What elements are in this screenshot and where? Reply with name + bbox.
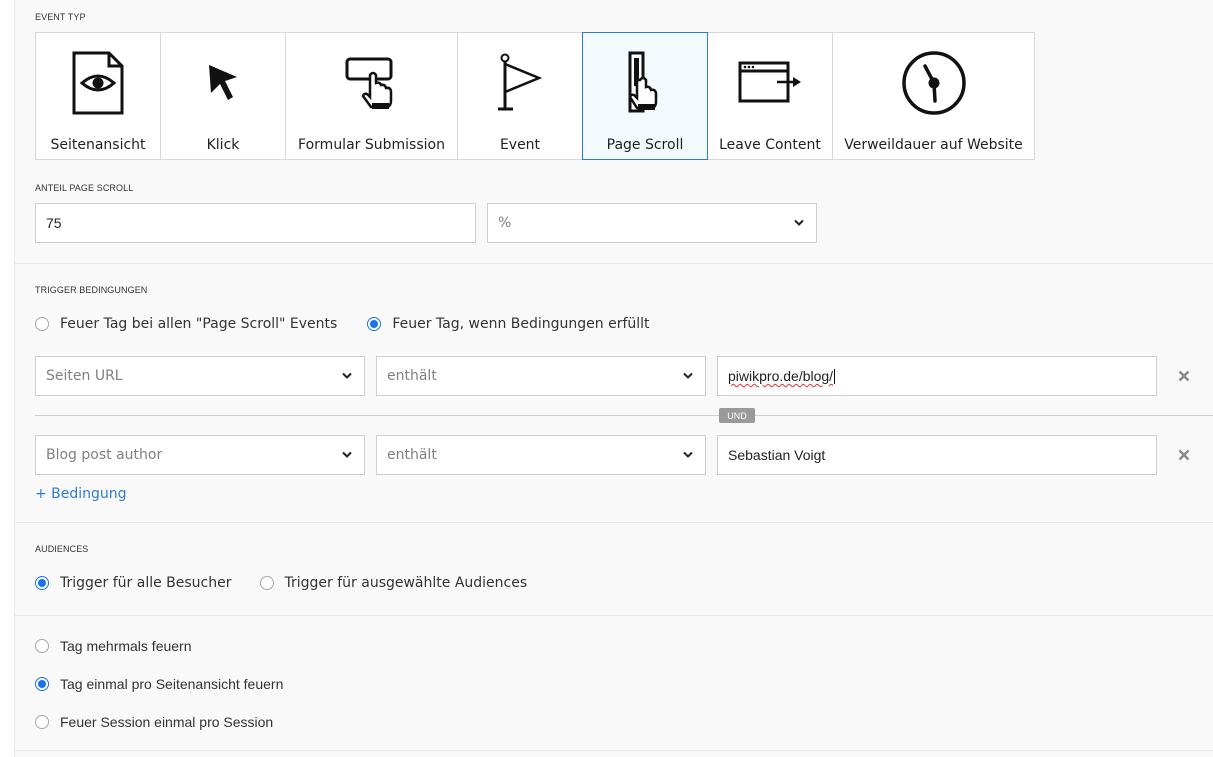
frequency-once-per-view-radio[interactable] <box>35 677 49 691</box>
leave-window-icon <box>708 43 832 123</box>
event-tile-time-on-site[interactable]: Verweildauer auf Website <box>832 32 1035 160</box>
event-tile-click[interactable]: Klick <box>160 32 286 160</box>
trigger-all-radio[interactable] <box>35 317 49 331</box>
event-tile-label: Leave Content <box>719 137 821 153</box>
audience-all-radio[interactable] <box>35 576 49 590</box>
event-tile-leave-content[interactable]: Leave Content <box>707 32 833 160</box>
and-separator <box>35 415 1213 416</box>
trigger-conditional-radio[interactable] <box>367 317 382 331</box>
divider <box>15 522 1213 523</box>
page-scroll-icon <box>583 43 707 123</box>
condition-operator-value: enthält <box>387 368 437 384</box>
scroll-unit-select[interactable]: % <box>487 203 817 243</box>
trigger-conditions-label: TRIGGER BEDINGUNGEN <box>35 285 148 295</box>
event-tile-form-submission[interactable]: Formular Submission <box>285 32 458 160</box>
condition-operator-select[interactable]: enthält <box>376 356 706 396</box>
divider <box>15 750 1213 751</box>
condition-variable-value: Seiten URL <box>46 368 123 384</box>
scroll-share-input[interactable]: 75 <box>35 203 476 243</box>
condition-operator-select[interactable]: enthält <box>376 435 706 475</box>
chevron-down-icon <box>681 448 695 462</box>
audience-selected-radio[interactable] <box>259 576 274 590</box>
event-tile-label: Klick <box>206 137 240 153</box>
event-tile-label: Page Scroll <box>606 137 684 153</box>
event-tile-label: Event <box>499 137 541 153</box>
condition-value: piwikpro.de/blog/ <box>728 368 834 384</box>
frequency-once-per-view-label[interactable]: Tag einmal pro Seitenansicht feuern <box>60 676 283 692</box>
event-tile-page-view[interactable]: Seitenansicht <box>35 32 161 160</box>
page-view-icon <box>36 43 160 123</box>
frequency-once-per-session-label[interactable]: Feuer Session einmal pro Session <box>60 714 273 730</box>
remove-condition-icon[interactable] <box>1176 368 1192 384</box>
scroll-share-label: ANTEIL PAGE SCROLL <box>35 183 134 193</box>
trigger-conditional-label[interactable]: Feuer Tag, wenn Bedingungen erfüllt <box>392 316 649 332</box>
chevron-down-icon <box>681 369 695 383</box>
condition-variable-value: Blog post author <box>46 447 163 463</box>
event-tile-event[interactable]: Event <box>457 32 583 160</box>
trigger-all-label[interactable]: Feuer Tag bei allen "Page Scroll" Events <box>60 316 337 332</box>
flag-icon <box>458 43 582 123</box>
scroll-share-value: 75 <box>46 215 62 231</box>
divider <box>15 615 1213 616</box>
chevron-down-icon <box>340 369 354 383</box>
condition-value-input[interactable]: Sebastian Voigt <box>717 435 1157 475</box>
clock-icon <box>833 43 1034 123</box>
chevron-down-icon <box>792 216 806 230</box>
event-tile-label: Verweildauer auf Website <box>844 137 1023 153</box>
condition-variable-select[interactable]: Seiten URL <box>35 356 365 396</box>
divider <box>15 263 1213 264</box>
audience-group: Trigger für alle Besucher Trigger für au… <box>35 575 551 591</box>
condition-value: Sebastian Voigt <box>728 447 826 463</box>
chevron-down-icon <box>340 448 354 462</box>
event-tile-label: Formular Submission <box>298 137 445 153</box>
audience-all-label[interactable]: Trigger für alle Besucher <box>60 575 232 591</box>
frequency-multiple-radio[interactable] <box>35 639 49 653</box>
audiences-label: AUDIENCES <box>35 544 89 554</box>
add-condition-link[interactable]: + Bedingung <box>35 486 127 502</box>
remove-condition-icon[interactable] <box>1176 447 1192 463</box>
event-tile-label: Seitenansicht <box>50 137 146 153</box>
frequency-option: Feuer Session einmal pro Session <box>35 714 297 730</box>
audience-selected-label[interactable]: Trigger für ausgewählte Audiences <box>285 575 528 591</box>
frequency-multiple-label[interactable]: Tag mehrmals feuern <box>60 638 192 654</box>
cursor-click-icon <box>161 43 285 123</box>
event-type-tiles: Seitenansicht Klick Formular Submission <box>35 32 1035 162</box>
frequency-option: Tag einmal pro Seitenansicht feuern <box>35 676 307 692</box>
event-type-label: EVENT TYP <box>35 12 86 22</box>
trigger-mode-group: Feuer Tag bei allen "Page Scroll" Events… <box>35 316 674 332</box>
frequency-option: Tag mehrmals feuern <box>35 638 216 654</box>
trigger-settings-panel: EVENT TYP Seitenansicht Klick Formular S… <box>14 0 1213 757</box>
form-submit-icon <box>286 43 457 123</box>
text-cursor <box>834 368 836 384</box>
and-badge: UND <box>719 408 755 423</box>
condition-variable-select[interactable]: Blog post author <box>35 435 365 475</box>
scroll-unit-value: % <box>498 215 512 231</box>
condition-operator-value: enthält <box>387 447 437 463</box>
condition-value-input[interactable]: piwikpro.de/blog/ <box>717 356 1157 396</box>
frequency-once-per-session-radio[interactable] <box>35 715 49 729</box>
event-tile-page-scroll[interactable]: Page Scroll <box>582 32 708 160</box>
